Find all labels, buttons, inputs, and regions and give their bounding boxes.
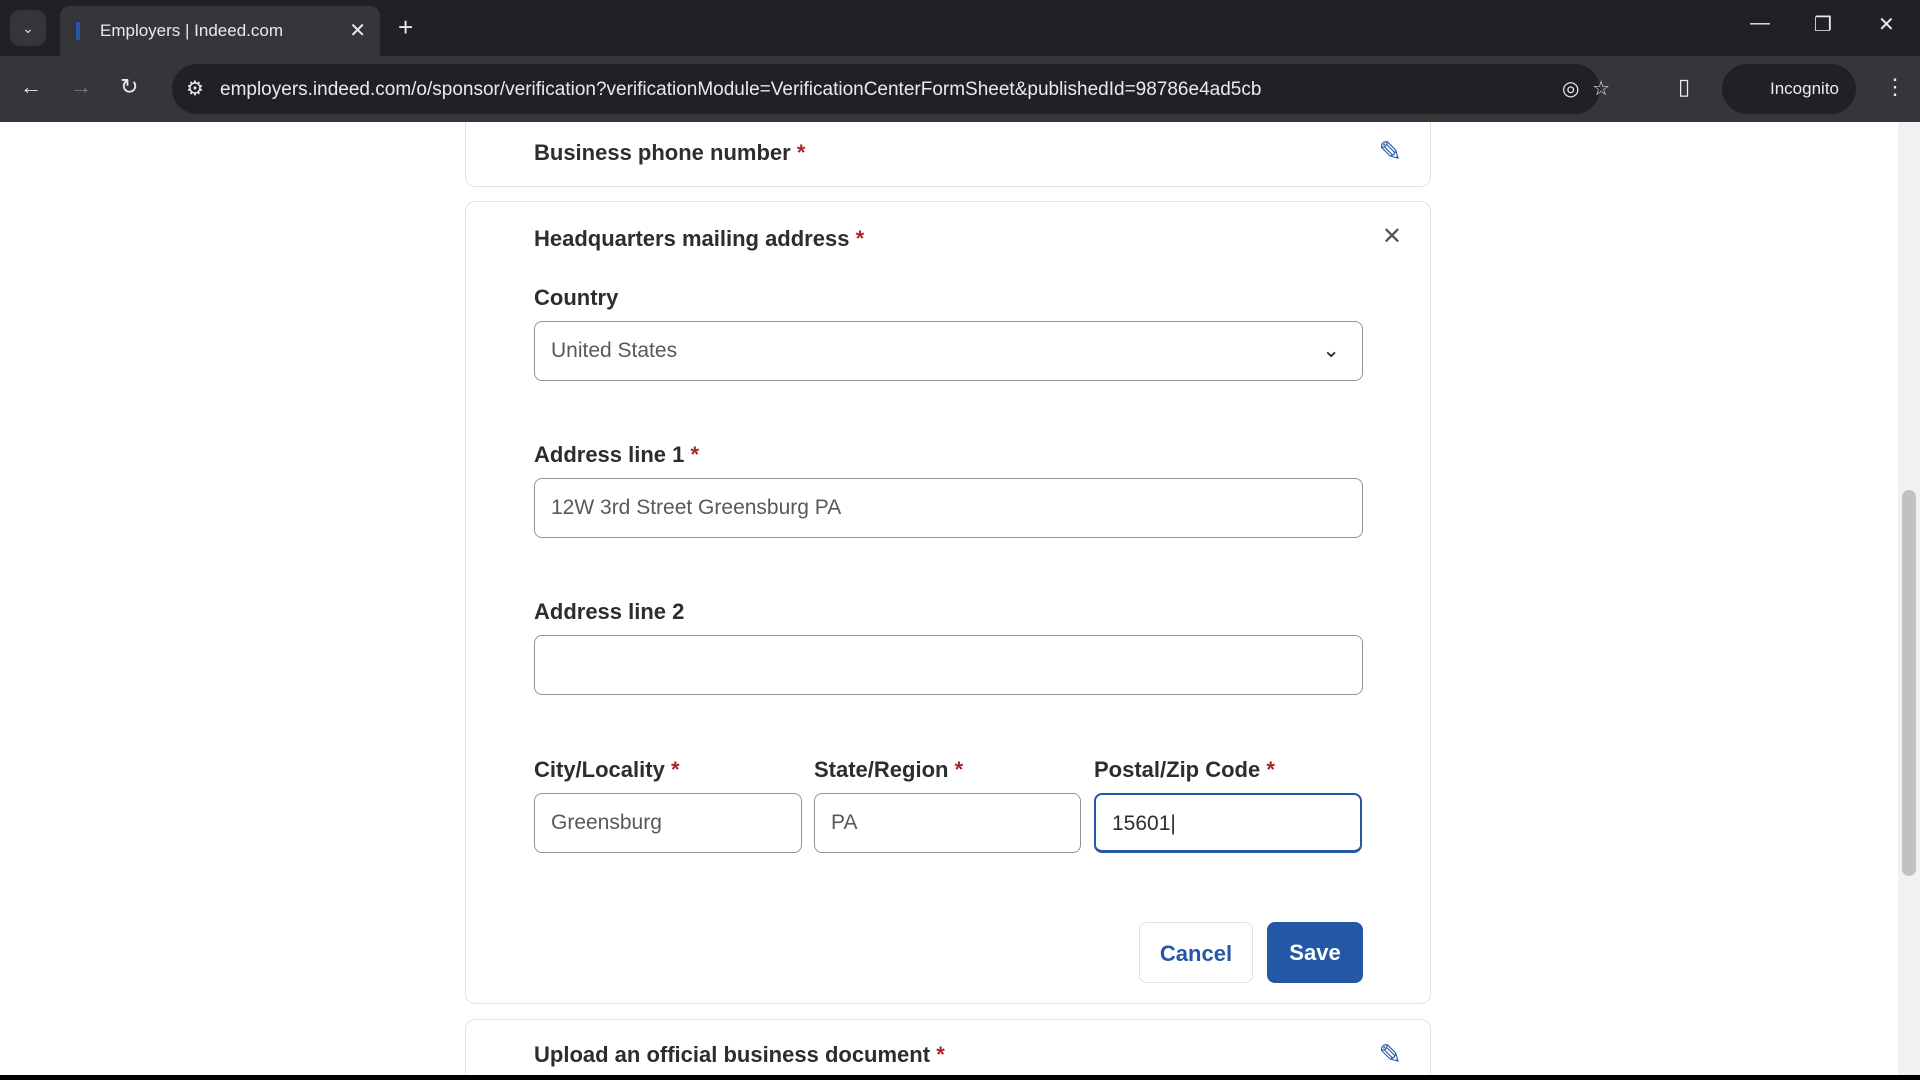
address1-input[interactable]: 12W 3rd Street Greensburg PA: [534, 478, 1363, 538]
menu-icon[interactable]: ⋮: [1884, 74, 1906, 100]
address-bar[interactable]: ⚙ employers.indeed.com/o/sponsor/verific…: [172, 64, 1610, 114]
city-input[interactable]: Greensburg: [534, 793, 802, 853]
incognito-label: Incognito: [1770, 79, 1839, 98]
forward-icon[interactable]: →: [70, 74, 92, 100]
minimize-icon[interactable]: —: [1750, 12, 1770, 35]
navigation-bar: ← → ↻ ⚙ employers.indeed.com/o/sponsor/v…: [0, 56, 1920, 122]
phone-section-title: Business phone number *: [534, 140, 806, 165]
new-tab-button[interactable]: +: [398, 12, 413, 43]
country-label: Country: [534, 285, 619, 310]
tab-search-button[interactable]: ⌄: [10, 10, 46, 46]
state-input[interactable]: PA: [814, 793, 1081, 853]
url-text[interactable]: employers.indeed.com/o/sponsor/verificat…: [220, 79, 1261, 101]
postal-input[interactable]: 15601|: [1094, 793, 1362, 853]
side-panel-icon[interactable]: ▯: [1678, 74, 1690, 100]
window-close-icon[interactable]: ✕: [1878, 12, 1895, 37]
chevron-down-icon: ⌄: [1322, 339, 1340, 362]
tab-bar: ⌄ Employers | Indeed.com ✕ + — ❐ ✕: [0, 0, 1920, 56]
bookmark-star-icon[interactable]: ☆: [1592, 76, 1610, 101]
favicon-icon: [76, 22, 80, 40]
scrollbar-thumb[interactable]: [1902, 490, 1916, 876]
site-settings-icon[interactable]: ⚙: [186, 76, 204, 101]
save-button[interactable]: Save: [1267, 922, 1363, 983]
cancel-button[interactable]: Cancel: [1139, 922, 1253, 983]
bottom-edge: [0, 1075, 1920, 1080]
close-icon[interactable]: ✕: [1382, 222, 1402, 251]
tab-title: Employers | Indeed.com: [100, 21, 283, 40]
country-select[interactable]: United States ⌄: [534, 321, 1363, 381]
address2-label: Address line 2: [534, 599, 685, 624]
incognito-badge[interactable]: Incognito: [1722, 64, 1856, 114]
edit-pencil-icon[interactable]: ✎: [1379, 135, 1402, 168]
reload-icon[interactable]: ↻: [120, 74, 138, 100]
address1-label: Address line 1 *: [534, 442, 700, 467]
page-content: Business phone number * ✎ Headquarters m…: [0, 122, 1898, 1075]
address-section-title: Headquarters mailing address *: [534, 226, 865, 251]
address2-input[interactable]: [534, 635, 1363, 695]
postal-label: Postal/Zip Code *: [1094, 757, 1275, 782]
tab-employers[interactable]: Employers | Indeed.com ✕: [60, 6, 380, 56]
city-label: City/Locality *: [534, 757, 680, 782]
edit-pencil-icon[interactable]: ✎: [1379, 1038, 1402, 1071]
upload-section-title: Upload an official business document *: [534, 1042, 945, 1067]
eye-off-icon[interactable]: ◎: [1562, 76, 1579, 101]
upload-section-card: Upload an official business document * ✎: [465, 1019, 1431, 1075]
address-section-card: Headquarters mailing address * ✕ Country…: [465, 201, 1431, 1004]
restore-icon[interactable]: ❐: [1814, 12, 1832, 37]
close-tab-icon[interactable]: ✕: [349, 18, 366, 43]
phone-section-card: Business phone number * ✎: [465, 122, 1431, 187]
state-label: State/Region *: [814, 757, 964, 782]
back-icon[interactable]: ←: [20, 74, 42, 100]
scrollbar[interactable]: [1898, 122, 1920, 1075]
